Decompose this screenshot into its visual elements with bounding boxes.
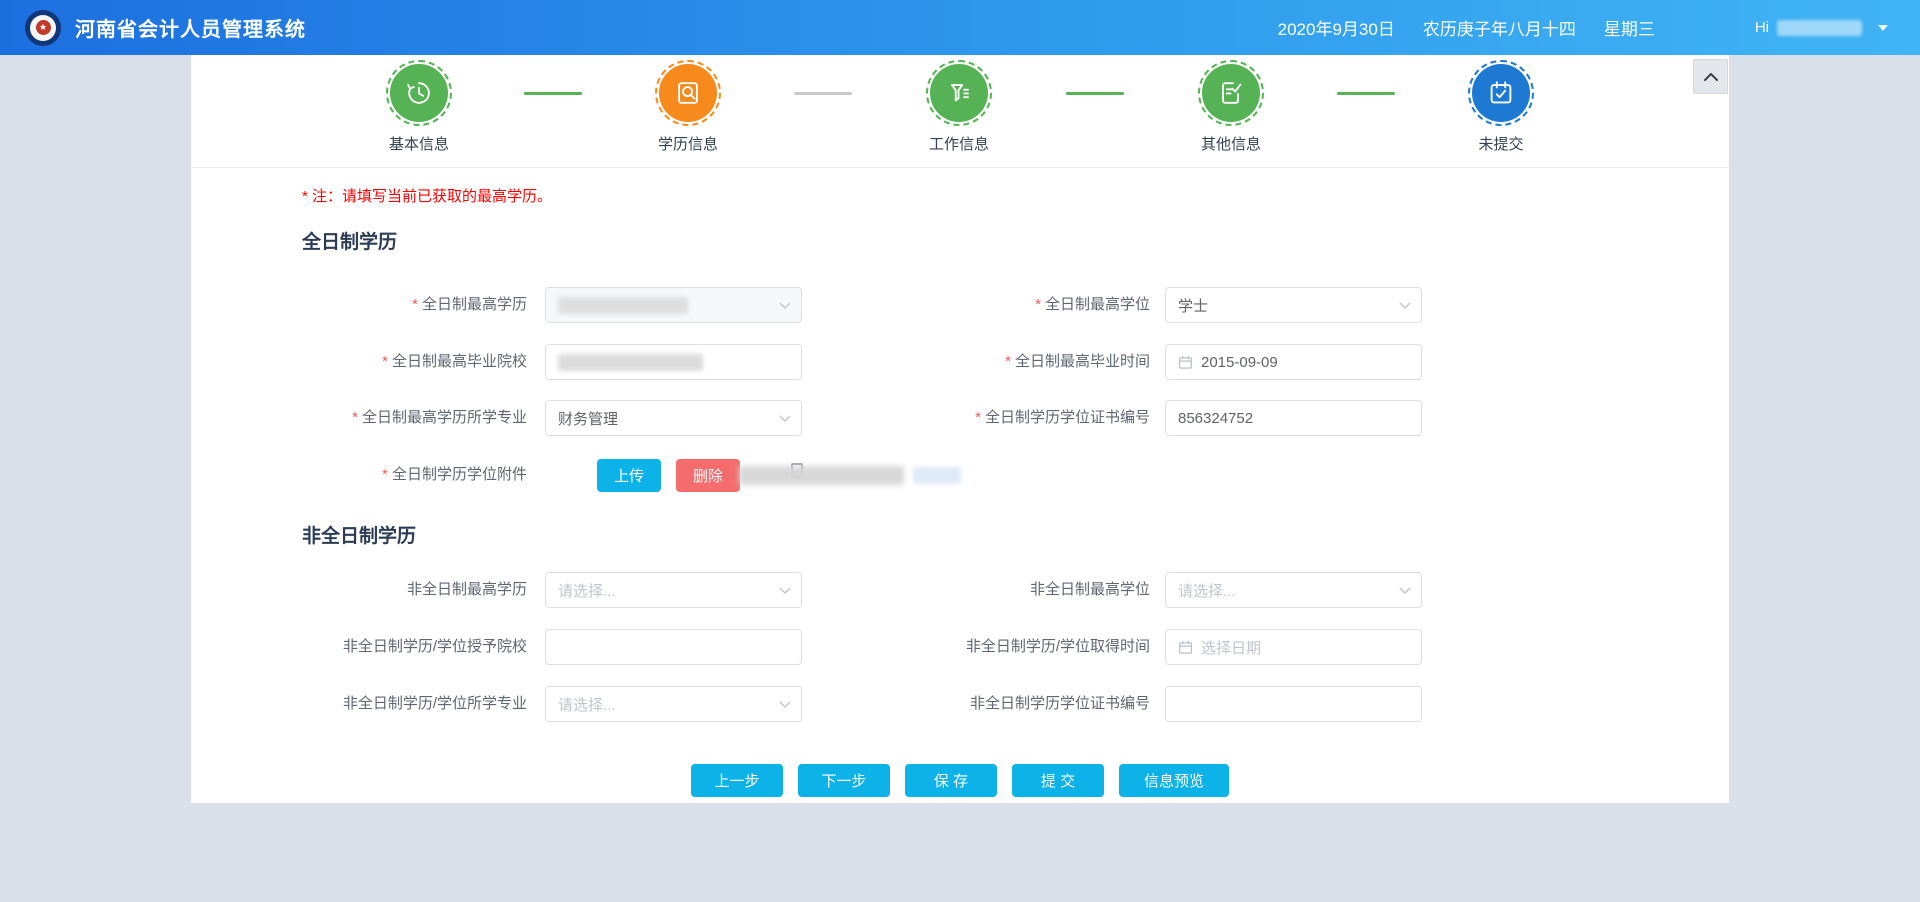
calendar-check-icon (1486, 78, 1516, 108)
select-value: 学士 (1178, 295, 1208, 316)
date-placeholder: 选择日期 (1201, 637, 1261, 658)
attachment-filename-redacted (739, 466, 904, 485)
lunar-date-text: 农历庚子年八月十四 (1423, 15, 1576, 40)
field-label-full-time-major: *全日制最高学历所学专业 (191, 400, 527, 436)
save-button[interactable]: 保 存 (905, 764, 997, 797)
required-star: * (412, 296, 418, 313)
app-title: 河南省会计人员管理系统 (75, 13, 306, 42)
date-text: 2020年9月30日 (1278, 15, 1395, 40)
date-value: 2015-09-09 (1201, 354, 1278, 371)
step-connector (1066, 92, 1124, 95)
footer-buttons: 上一步 下一步 保 存 提 交 信息预览 (191, 764, 1729, 797)
step-education-info[interactable]: 学历信息 (628, 60, 748, 154)
redacted-value (558, 354, 703, 371)
document-check-icon (1216, 78, 1246, 108)
step-label: 学历信息 (628, 133, 748, 154)
form-row: *全日制最高毕业院校 *全日制最高毕业时间 2015-09-09 (191, 344, 1729, 380)
step-work-info[interactable]: 工作信息 (899, 60, 1019, 154)
next-step-button[interactable]: 下一步 (798, 764, 890, 797)
section-title-full-time: 全日制学历 (302, 227, 397, 254)
part-time-certificate-no-input[interactable] (1165, 686, 1422, 722)
steps-divider (191, 167, 1729, 168)
user-menu[interactable]: Hi (1755, 19, 1888, 36)
form-row: 非全日制学历/学位所学专业 请选择... 非全日制学历学位证书编号 (191, 686, 1729, 722)
form-row: 非全日制学历/学位授予院校 非全日制学历/学位取得时间 选择日期 (191, 629, 1729, 665)
form-row: *全日制最高学历所学专业 财务管理 *全日制学历学位证书编号 856324752 (191, 400, 1729, 436)
full-time-certificate-no-input[interactable]: 856324752 (1165, 400, 1422, 436)
user-name-redacted (1777, 20, 1862, 36)
section-title-part-time: 非全日制学历 (302, 521, 416, 548)
field-label-full-time-graduate-date: *全日制最高毕业时间 (751, 344, 1150, 380)
submit-button[interactable]: 提 交 (1012, 764, 1104, 797)
field-label-full-time-attachment: *全日制学历学位附件 (191, 457, 527, 493)
info-preview-button[interactable]: 信息预览 (1119, 764, 1229, 797)
step-connector (794, 92, 852, 95)
redacted-value (558, 297, 688, 314)
field-label-full-time-highest-education: *全日制最高学历 (191, 287, 527, 323)
chevron-up-icon (1704, 73, 1718, 81)
chevron-down-icon (1399, 587, 1411, 594)
select-value: 财务管理 (558, 408, 618, 429)
greeting-text: Hi (1755, 19, 1769, 36)
header-right-group: 2020年9月30日 农历庚子年八月十四 星期三 Hi (1250, 15, 1920, 40)
field-label-full-time-school: *全日制最高毕业院校 (191, 344, 527, 380)
form-row: 非全日制最高学历 请选择... 非全日制最高学位 请选择... (191, 572, 1729, 608)
field-label-part-time-award-school: 非全日制学历/学位授予院校 (191, 629, 527, 665)
calendar-icon (1178, 640, 1193, 655)
weekday-text: 星期三 (1604, 15, 1655, 40)
input-value: 856324752 (1178, 410, 1253, 427)
field-label-part-time-major: 非全日制学历/学位所学专业 (191, 686, 527, 722)
document-search-icon (673, 78, 703, 108)
step-label: 其他信息 (1171, 133, 1291, 154)
field-label-part-time-highest-degree: 非全日制最高学位 (751, 572, 1150, 608)
attachment-link-redacted (913, 467, 961, 484)
part-time-obtain-date-input[interactable]: 选择日期 (1165, 629, 1422, 665)
funnel-icon (944, 78, 974, 108)
step-connector (1337, 92, 1395, 95)
delete-button[interactable]: 删除 (676, 459, 740, 492)
step-connector (524, 92, 582, 95)
select-placeholder: 请选择... (558, 580, 616, 601)
required-note: * 注：请填写当前已获取的最高学历。 (302, 185, 552, 206)
field-label-full-time-highest-degree: *全日制最高学位 (751, 287, 1150, 323)
calendar-icon (1178, 355, 1193, 370)
step-not-submitted[interactable]: 未提交 (1441, 60, 1561, 154)
scroll-to-top-button[interactable] (1693, 59, 1728, 94)
full-time-highest-degree-select[interactable]: 学士 (1165, 287, 1422, 323)
caret-down-icon[interactable] (1878, 25, 1888, 31)
app-logo-icon: ★ (25, 10, 61, 46)
main-content-card: 基本信息 学历信息 工作信息 (191, 55, 1729, 803)
full-time-graduate-date-input[interactable]: 2015-09-09 (1165, 344, 1422, 380)
field-label-part-time-obtain-date: 非全日制学历/学位取得时间 (751, 629, 1150, 665)
top-header-bar: ★ 河南省会计人员管理系统 2020年9月30日 农历庚子年八月十四 星期三 H… (0, 0, 1920, 55)
field-label-part-time-highest-education: 非全日制最高学历 (191, 572, 527, 608)
field-label-part-time-certificate-no: 非全日制学历学位证书编号 (751, 686, 1150, 722)
step-other-info[interactable]: 其他信息 (1171, 60, 1291, 154)
upload-button[interactable]: 上传 (597, 459, 661, 492)
select-placeholder: 请选择... (1178, 580, 1236, 601)
step-basic-info[interactable]: 基本信息 (359, 60, 479, 154)
form-row: *全日制最高学历 *全日制最高学位 学士 (191, 287, 1729, 323)
previous-step-button[interactable]: 上一步 (691, 764, 783, 797)
attachment-row: *全日制学历学位附件 上传 删除 (191, 457, 1729, 493)
chevron-down-icon (1399, 302, 1411, 309)
step-label: 基本信息 (359, 133, 479, 154)
select-placeholder: 请选择... (558, 694, 616, 715)
history-icon (404, 78, 434, 108)
step-label: 未提交 (1441, 133, 1561, 154)
part-time-highest-degree-select[interactable]: 请选择... (1165, 572, 1422, 608)
step-label: 工作信息 (899, 133, 1019, 154)
field-label-full-time-certificate-no: *全日制学历学位证书编号 (751, 400, 1150, 436)
